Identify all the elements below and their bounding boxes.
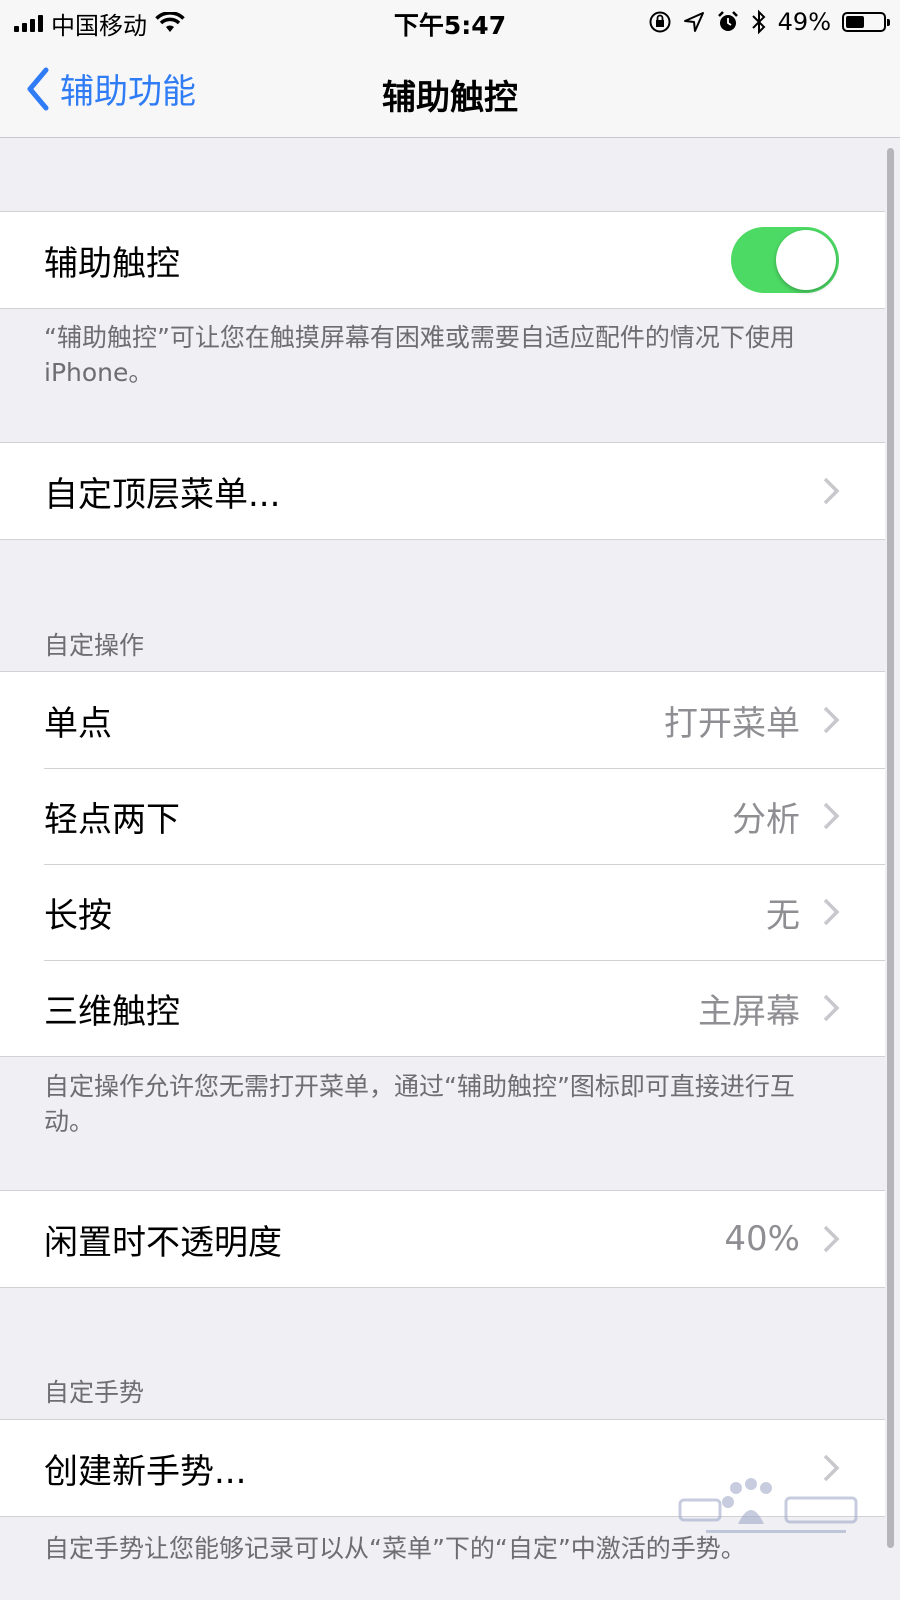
watermark-logo: [678, 1478, 858, 1533]
chevron-right-icon: [823, 898, 840, 926]
battery-percent: 49%: [777, 8, 831, 36]
action-row-long-press[interactable]: 长按 无: [0, 864, 885, 960]
battery-icon: [842, 12, 890, 32]
assistive-touch-group: 辅助触控: [0, 211, 885, 309]
action-label: 单点: [44, 703, 112, 744]
action-value: 无: [766, 895, 800, 936]
custom-gestures-header: 自定手势: [44, 1378, 145, 1407]
idle-opacity-group: 闲置时不透明度 40%: [0, 1190, 885, 1288]
page-title: 辅助触控: [382, 78, 518, 118]
action-label: 轻点两下: [44, 799, 180, 840]
location-icon: [683, 12, 704, 32]
bluetooth-icon: [751, 9, 766, 35]
action-value: 打开菜单: [664, 703, 800, 744]
action-label: 长按: [44, 895, 112, 936]
idle-opacity-row[interactable]: 闲置时不透明度 40%: [0, 1191, 885, 1287]
idle-opacity-label: 闲置时不透明度: [44, 1222, 282, 1263]
assistive-touch-label: 辅助触控: [44, 243, 180, 284]
assistive-touch-toggle[interactable]: [731, 227, 839, 293]
chevron-right-icon: [823, 994, 840, 1022]
chevron-right-icon: [823, 706, 840, 734]
chevron-right-icon: [823, 477, 840, 505]
status-right: 49%: [648, 7, 890, 37]
action-row-single-tap[interactable]: 单点 打开菜单: [0, 672, 885, 768]
orientation-lock-icon: [649, 11, 671, 33]
status-bar: 中国移动 下午5:47 49%: [0, 0, 900, 44]
chevron-right-icon: [823, 1225, 840, 1253]
idle-opacity-value: 40%: [724, 1219, 800, 1259]
create-gesture-label: 创建新手势...: [44, 1451, 247, 1492]
scroll-indicator[interactable]: [887, 148, 894, 1548]
action-value: 主屏幕: [698, 991, 800, 1032]
alarm-icon: [717, 11, 738, 31]
toggle-knob: [776, 230, 836, 290]
custom-actions-footer: 自定操作允许您无需打开菜单，通过“辅助触控”图标即可直接进行互动。: [44, 1072, 795, 1136]
action-label: 三维触控: [44, 991, 180, 1032]
navigation-bar: 辅助功能 辅助触控: [0, 44, 900, 138]
custom-actions-group: 单点 打开菜单 轻点两下 分析 长按 无 三维触控 主屏幕: [0, 671, 885, 1057]
top-menu-group: 自定顶层菜单...: [0, 442, 885, 540]
top-menu-label: 自定顶层菜单...: [44, 474, 281, 515]
custom-actions-header: 自定操作: [44, 631, 145, 660]
chevron-right-icon: [823, 802, 840, 830]
action-row-double-tap[interactable]: 轻点两下 分析: [0, 768, 885, 864]
top-menu-row[interactable]: 自定顶层菜单...: [0, 443, 885, 539]
assistive-touch-row: 辅助触控: [0, 212, 885, 308]
action-row-3d-touch[interactable]: 三维触控 主屏幕: [0, 960, 885, 1056]
assistive-touch-footer: “辅助触控”可让您在触摸屏幕有困难或需要自适应配件的情况下使用 iPhone。: [44, 323, 795, 387]
battery-level: [846, 16, 864, 28]
action-value: 分析: [732, 799, 800, 840]
